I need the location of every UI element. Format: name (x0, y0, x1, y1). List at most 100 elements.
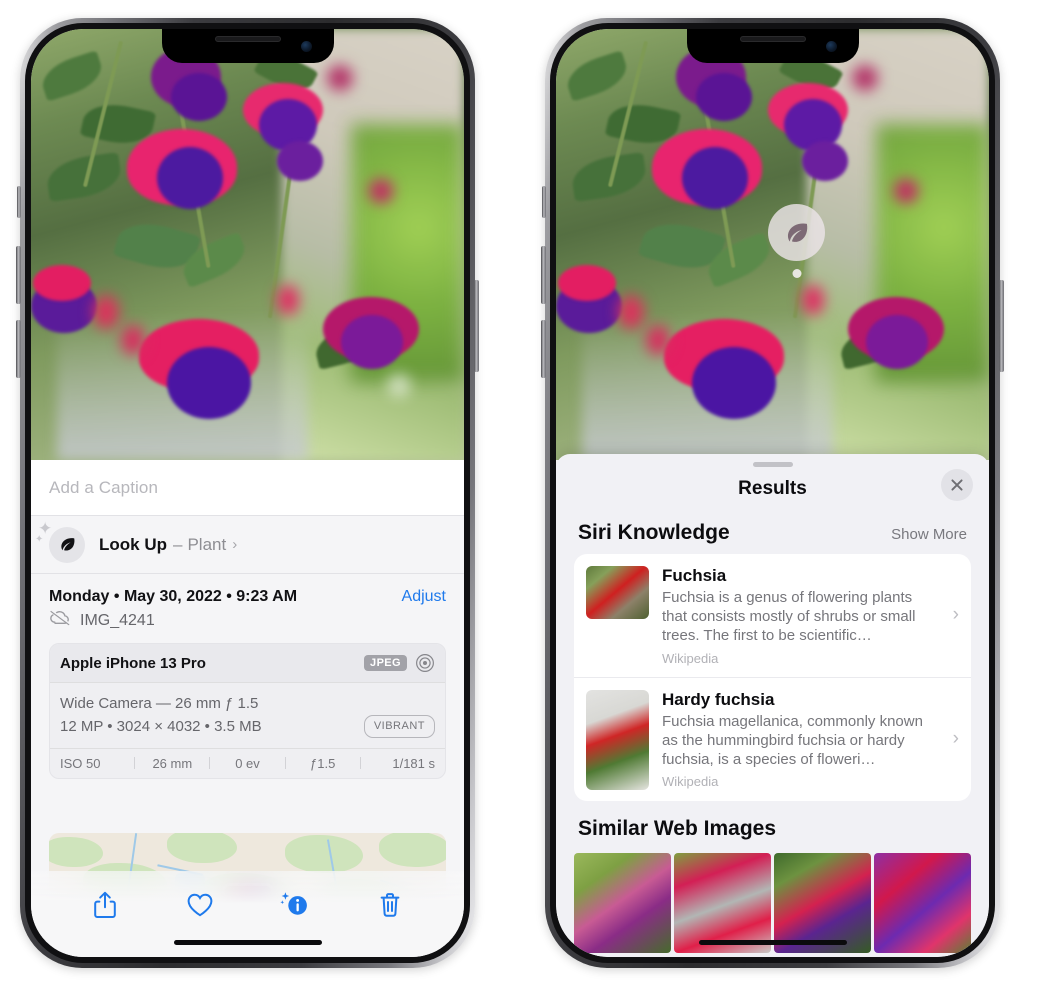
exif-iso: ISO 50 (60, 755, 101, 771)
photo-viewer-right[interactable] (556, 29, 989, 460)
volume-down-button-right[interactable] (541, 320, 546, 378)
close-button[interactable] (941, 469, 973, 501)
photo-flower (558, 265, 616, 301)
volume-up-button-right[interactable] (541, 246, 546, 304)
share-icon (93, 891, 116, 918)
power-button-left[interactable] (474, 280, 479, 372)
screenshot-root: Add a Caption ✦ ✦ Look Up – Plant › Mond… (0, 0, 1055, 985)
silent-switch-right[interactable] (542, 186, 546, 218)
phone-inner-right: Results Siri Knowledge Show More Fuchsia… (556, 29, 989, 957)
home-indicator[interactable] (173, 940, 322, 945)
exif-ev: 0 ev (235, 755, 260, 771)
visual-lookup-marker[interactable] (768, 204, 825, 278)
photo-flower (33, 265, 91, 301)
leaf-icon: ✦ ✦ (35, 520, 85, 563)
photo-leaf (562, 50, 632, 102)
caption-field-row[interactable]: Add a Caption (31, 460, 464, 516)
favorite-button[interactable] (178, 885, 222, 925)
photo-bud (327, 65, 353, 91)
exif-focal: 26 mm (152, 755, 193, 771)
photo-info-panel: ✦ ✦ Look Up – Plant › Monday • May 30, 2… (31, 516, 464, 957)
results-title: Results (738, 478, 807, 499)
spec-line-row: 12 MP • 3024 × 4032 • 3.5 MB VIBRANT (60, 715, 435, 739)
volume-down-button-left[interactable] (16, 320, 21, 378)
knowledge-description: Fuchsia is a genus of flowering plants t… (662, 589, 916, 645)
siri-knowledge-card: Fuchsia Fuchsia is a genus of flowering … (574, 554, 971, 801)
caption-input[interactable]: Add a Caption (31, 478, 158, 498)
web-image-2[interactable] (674, 852, 771, 953)
web-image-4[interactable] (874, 852, 971, 953)
cloud-slash-icon (49, 609, 71, 631)
date-row: Monday • May 30, 2022 • 9:23 AM Adjust (31, 574, 464, 608)
knowledge-row[interactable]: Fuchsia Fuchsia is a genus of flowering … (574, 554, 971, 677)
similar-web-images-strip[interactable] (556, 852, 989, 953)
camera-card-header: Apple iPhone 13 Pro JPEG (50, 644, 445, 683)
earpiece-speaker (739, 36, 806, 42)
exif-aperture: ƒ1.5 (310, 755, 336, 771)
photo-flower (692, 347, 776, 419)
sparkles-icon-small: ✦ (35, 533, 44, 545)
photo-viewer[interactable] (31, 29, 464, 460)
info-button[interactable] (273, 885, 317, 925)
adjust-button[interactable]: Adjust (402, 588, 446, 606)
photo-flower (171, 73, 227, 121)
home-indicator[interactable] (698, 940, 847, 945)
screen-right: Results Siri Knowledge Show More Fuchsia… (556, 29, 989, 957)
look-up-subject: Plant (187, 534, 227, 554)
delete-button[interactable] (368, 885, 412, 925)
heart-icon (187, 893, 213, 917)
lens-line: Wide Camera — 26 mm ƒ 1.5 (60, 695, 259, 712)
photo-bud (802, 285, 824, 315)
screen-left: Add a Caption ✦ ✦ Look Up – Plant › Mond… (31, 29, 464, 957)
look-up-label: Look Up (99, 534, 167, 554)
chevron-right-icon: › (232, 536, 238, 553)
photo-bud (369, 179, 393, 203)
knowledge-description: Fuchsia magellanica, commonly known as t… (662, 712, 923, 768)
photo-leaf (37, 50, 107, 102)
volume-up-button-left[interactable] (16, 246, 21, 304)
power-button-right[interactable] (999, 280, 1004, 372)
knowledge-title: Hardy fuchsia (662, 689, 775, 709)
camera-model: Apple iPhone 13 Pro (60, 654, 206, 672)
trash-icon (380, 893, 400, 917)
leaf-icon (787, 223, 807, 242)
knowledge-thumbnail (586, 566, 649, 619)
silent-switch-left[interactable] (17, 186, 21, 218)
format-badge: JPEG (364, 655, 407, 671)
photo-bud (646, 325, 670, 355)
section-title-similar-web-images: Similar Web Images (578, 816, 777, 840)
photo-flower (696, 73, 752, 121)
siri-knowledge-header: Siri Knowledge Show More (556, 511, 989, 554)
map-park (167, 833, 237, 863)
knowledge-title: Fuchsia (662, 566, 727, 585)
camera-info-card[interactable]: Apple iPhone 13 Pro JPEG Wide Camera — 2… (49, 643, 446, 779)
map-park (379, 833, 446, 867)
front-camera-icon (300, 41, 312, 52)
phone-inner-left: Add a Caption ✦ ✦ Look Up – Plant › Mond… (31, 29, 464, 957)
share-button[interactable] (83, 885, 127, 925)
photo-bud (93, 295, 119, 329)
knowledge-row[interactable]: Hardy fuchsia Fuchsia magellanica, commo… (574, 676, 971, 801)
web-image-3[interactable] (774, 852, 871, 953)
photo-bud (852, 65, 878, 91)
show-more-button[interactable]: Show More (891, 526, 967, 543)
photo-flower (682, 147, 748, 209)
earpiece-speaker (214, 36, 281, 42)
front-camera-icon (825, 41, 837, 52)
look-up-row[interactable]: ✦ ✦ Look Up – Plant › (31, 516, 464, 574)
section-title-siri-knowledge: Siri Knowledge (578, 521, 730, 544)
aperture-icon (415, 653, 435, 673)
marker-tail-dot (792, 269, 801, 278)
web-image-1[interactable] (574, 852, 671, 953)
photo-flower (277, 141, 323, 181)
photo-flower (341, 315, 403, 369)
photo-bud (894, 179, 918, 203)
info-sparkle-icon (280, 892, 308, 915)
knowledge-body: Fuchsia Fuchsia is a genus of flowering … (662, 566, 959, 666)
results-header: Results (556, 467, 989, 511)
knowledge-thumbnail (586, 689, 649, 790)
photo-bud (121, 325, 145, 355)
photo-flower (157, 147, 223, 209)
knowledge-body: Hardy fuchsia Fuchsia magellanica, commo… (662, 690, 959, 790)
photo-bud (618, 295, 644, 329)
